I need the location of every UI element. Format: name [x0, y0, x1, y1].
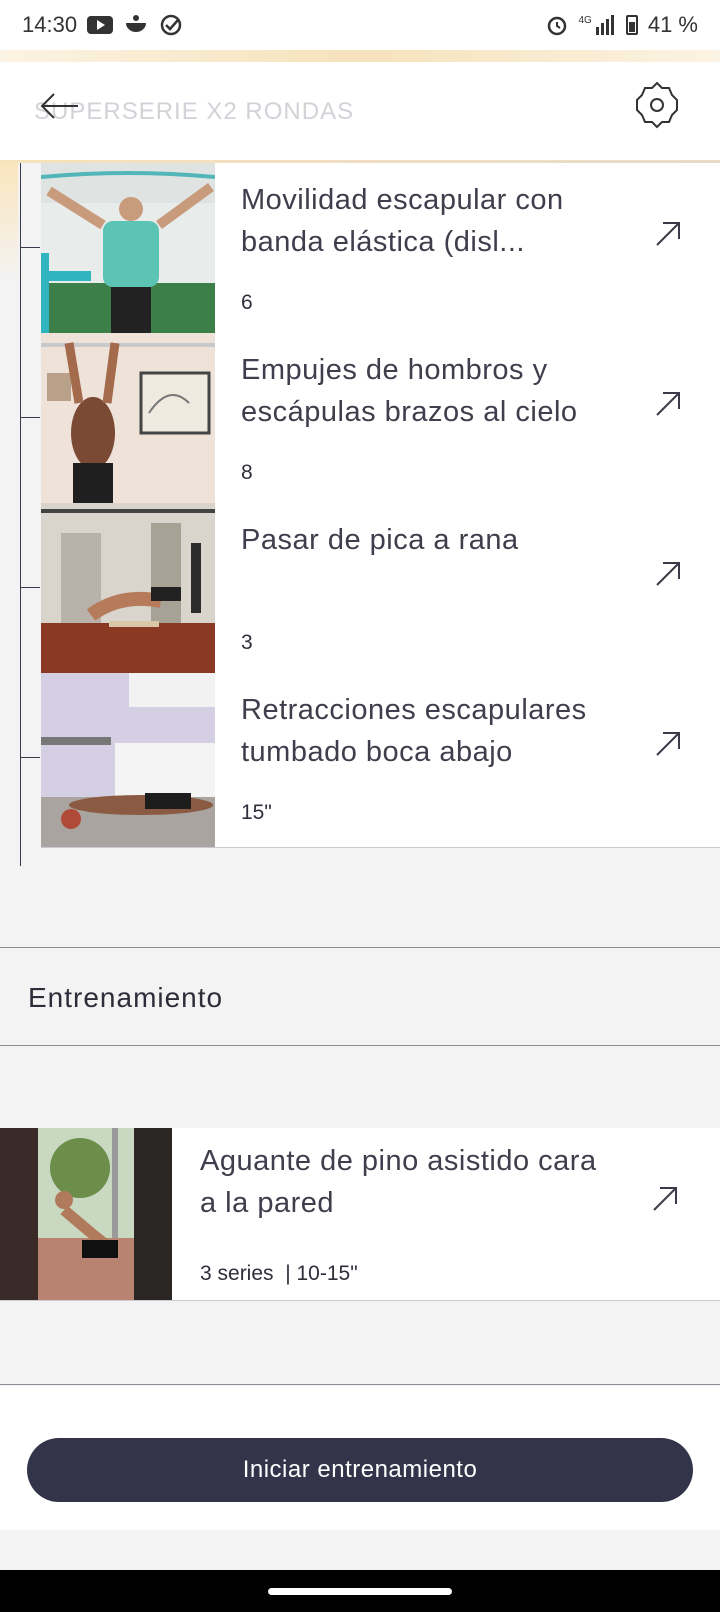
header-accent-strip	[0, 50, 720, 62]
exercise-thumbnail	[0, 1128, 172, 1300]
system-nav-bar	[0, 1570, 720, 1612]
bottom-action-area: Iniciar entrenamiento	[0, 1386, 720, 1530]
open-arrow-icon[interactable]	[650, 1184, 680, 1214]
exercise-thumbnail	[41, 503, 215, 677]
page-title: SUPERSERIE X2 RONDAS	[34, 98, 355, 125]
superset-accent	[0, 163, 18, 283]
exercise-thumbnail	[41, 333, 215, 507]
battery-icon	[625, 15, 638, 35]
exercise-reps: 6	[241, 291, 253, 314]
open-arrow-icon[interactable]	[653, 219, 683, 249]
open-arrow-icon[interactable]	[653, 389, 683, 419]
exercise-name: Pasar de pica a rana	[241, 524, 519, 556]
exercise-name: Retracciones escapulares tumbado boca ab…	[241, 694, 587, 768]
exercise-card[interactable]: Retracciones escapulares tumbado boca ab…	[41, 673, 720, 848]
section-divider	[0, 947, 720, 948]
exercise-card[interactable]: Aguante de pino asistido cara a la pared…	[0, 1128, 720, 1301]
section-divider	[0, 1045, 720, 1046]
bracket-tick	[20, 587, 40, 588]
exercise-reps: 3	[241, 631, 253, 654]
battery-level: 41 %	[647, 12, 698, 37]
exercise-card[interactable]: Movilidad escapular con banda elástica (…	[41, 163, 720, 338]
home-gesture-pill[interactable]	[268, 1588, 452, 1595]
section-divider	[0, 1384, 720, 1385]
status-bar: 14:30 4G 41 %	[0, 0, 720, 50]
bracket-tick	[20, 417, 40, 418]
status-right: 4G 41 %	[545, 12, 698, 38]
section-title: Entrenamiento	[28, 982, 224, 1013]
alarm-icon	[547, 16, 566, 36]
back-arrow-icon[interactable]	[38, 84, 82, 128]
gear-icon[interactable]	[632, 80, 682, 130]
exercise-name: Aguante de pino asistido cara a la pared	[200, 1145, 597, 1219]
superset-bracket	[20, 163, 21, 866]
exercise-thumbnail	[41, 673, 215, 847]
status-time: 14:30	[22, 12, 78, 37]
cooking-pot-icon	[126, 15, 147, 32]
start-training-button[interactable]: Iniciar entrenamiento	[27, 1438, 693, 1502]
exercise-card[interactable]: Empujes de hombros y escápulas brazos al…	[41, 333, 720, 508]
header: SUPERSERIE X2 RONDAS	[0, 62, 720, 162]
exercise-name: Movilidad escapular con banda elástica (…	[241, 184, 564, 258]
network-label: 4G	[578, 14, 592, 26]
status-left: 14:30	[22, 12, 183, 38]
signal-icon	[595, 15, 614, 35]
youtube-icon	[87, 16, 114, 34]
exercise-reps: 8	[241, 461, 253, 484]
bracket-tick	[20, 757, 40, 758]
bracket-tick	[20, 247, 40, 248]
exercise-name: Empujes de hombros y escápulas brazos al…	[241, 354, 578, 428]
exercise-reps: 3 series | 10-15"	[200, 1262, 358, 1285]
exercise-card[interactable]: Pasar de pica a rana 3	[41, 503, 720, 678]
open-arrow-icon[interactable]	[653, 729, 683, 759]
exercise-thumbnail	[41, 163, 215, 337]
check-circle-icon	[160, 14, 182, 36]
exercise-reps: 15"	[241, 801, 272, 824]
open-arrow-icon[interactable]	[653, 559, 683, 589]
